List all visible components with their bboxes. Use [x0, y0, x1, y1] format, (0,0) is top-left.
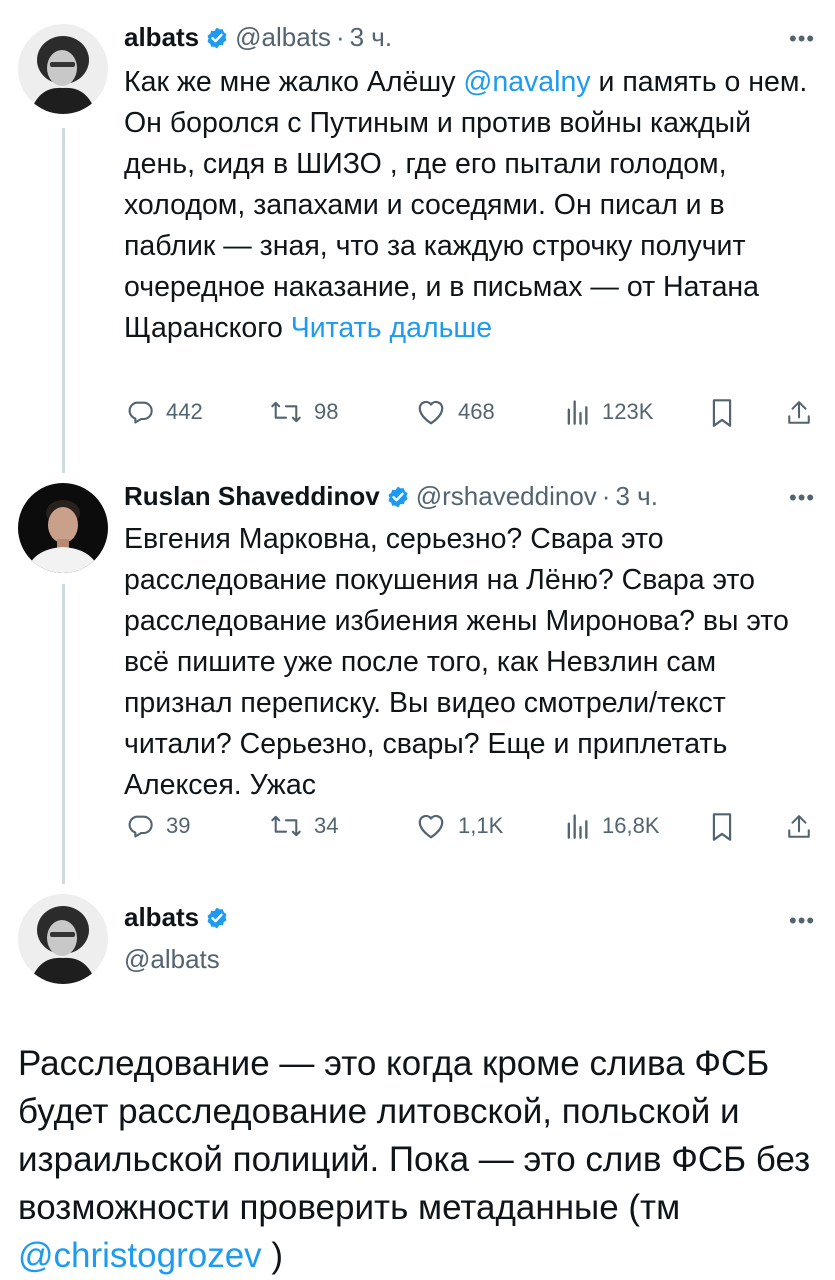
avatar[interactable] [18, 483, 108, 573]
avatar[interactable] [18, 894, 108, 984]
share-button[interactable] [786, 812, 824, 842]
like-button[interactable]: 468 [416, 398, 495, 426]
verified-badge-icon [207, 27, 227, 48]
handle[interactable]: @albats [235, 22, 331, 53]
handle[interactable]: @albats [124, 944, 220, 975]
repost-count: 34 [314, 813, 339, 838]
like-icon [418, 814, 444, 839]
display-name[interactable]: albats [124, 902, 199, 933]
views-count: 16,8K [602, 813, 660, 838]
mention-link[interactable]: @christogrozev [18, 1236, 262, 1275]
views-icon [567, 400, 588, 425]
repost-button[interactable]: 34 [270, 812, 338, 840]
more-icon[interactable]: ••• [789, 26, 815, 52]
repost-icon [271, 401, 301, 423]
reply-count: 442 [166, 399, 203, 424]
views-button[interactable]: 16,8K [564, 812, 660, 840]
views-button[interactable]: 123K [564, 398, 653, 426]
bookmark-icon [712, 813, 732, 841]
handle[interactable]: @rshaveddinov [416, 481, 597, 512]
thread-line [62, 584, 65, 884]
share-icon [788, 815, 810, 838]
tweet-text: Расследование — это когда кроме слива ФС… [18, 1040, 818, 1280]
reply-button[interactable]: 39 [126, 812, 190, 840]
repost-button[interactable]: 98 [270, 398, 338, 426]
tweet-text: Как же мне жалко Алёшу @navalny и память… [124, 62, 814, 349]
tweet-text-part: Как же мне жалко Алёшу [124, 66, 464, 98]
avatar-image [18, 483, 108, 573]
bookmark-button[interactable] [710, 812, 746, 842]
display-name[interactable]: Ruslan Shaveddinov [124, 481, 380, 512]
repost-count: 98 [314, 399, 339, 424]
avatar-image [18, 24, 108, 114]
mention-link[interactable]: @navalny [463, 66, 590, 98]
verified-badge-icon [388, 486, 408, 507]
more-icon[interactable]: ••• [789, 485, 815, 511]
bookmark-button[interactable] [710, 398, 746, 428]
like-button[interactable]: 1,1K [416, 812, 503, 840]
reply-count: 39 [166, 813, 191, 838]
reply-icon [128, 815, 153, 838]
repost-icon [271, 815, 301, 837]
tweet-text-part: ) [261, 1236, 284, 1275]
reply-icon [128, 401, 153, 424]
verified-badge-icon [207, 907, 227, 928]
display-name[interactable]: albats [124, 22, 199, 53]
views-count: 123K [602, 399, 654, 424]
separator: · [601, 481, 611, 511]
bookmark-icon [712, 399, 732, 427]
tweet-text-part: и память о нем. Он боролся с Путиным и п… [124, 66, 808, 344]
reply-button[interactable]: 442 [126, 398, 203, 426]
tweet-text: Евгения Марковна, серьезно? Свара это ра… [124, 523, 789, 801]
share-button[interactable] [786, 398, 824, 428]
avatar-image [18, 894, 108, 984]
timestamp[interactable]: 3 ч. [615, 481, 657, 512]
timestamp[interactable]: 3 ч. [350, 22, 392, 53]
like-count: 468 [458, 399, 495, 424]
like-icon [418, 400, 444, 425]
tweet-text-part: Расследование — это когда кроме слива ФС… [18, 1044, 811, 1227]
separator: · [335, 22, 345, 52]
read-more-link[interactable]: Читать дальше [291, 312, 492, 344]
avatar[interactable] [18, 24, 108, 114]
share-icon [788, 401, 810, 424]
more-icon[interactable]: ••• [789, 908, 815, 934]
thread-line [62, 128, 65, 473]
views-icon [567, 814, 588, 839]
like-count: 1,1K [458, 813, 504, 838]
